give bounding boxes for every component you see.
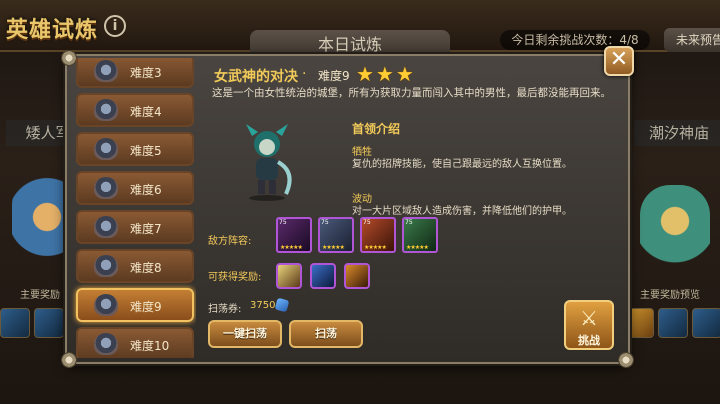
corner-ornament (618, 352, 634, 368)
difficulty-emblem-icon (94, 138, 118, 160)
dagger-icon[interactable] (310, 263, 336, 289)
left-reward-strip (0, 308, 64, 340)
difficulty-label: 难度6 (130, 183, 162, 197)
rewards-label: 可获得奖励: (208, 272, 262, 283)
stage-separator: · (302, 66, 307, 82)
challenge-label: 挑战 (578, 334, 600, 347)
game-screen: 英雄试炼 i 本日试炼 今日剩余挑战次数：4/8 未来预告 矮人军 潮汐神庙 主… (0, 0, 720, 404)
difficulty-emblem-icon (94, 255, 118, 277)
boss-heading: 首领介绍 (352, 122, 401, 136)
enemy-lineup: 75 ★★★★★ 75 ★★★★★ 75 ★★★★★ 75 ★★★★★ (276, 217, 438, 253)
stage-difficulty: 难度9 (318, 69, 350, 83)
difficulty-label: 难度5 (130, 144, 162, 158)
sweep-ticket-count: 3750 (250, 300, 276, 311)
right-reward-strip (624, 308, 720, 340)
sweep-all-button[interactable]: 一键扫荡 (208, 320, 282, 348)
difficulty-emblem-icon (94, 294, 118, 316)
skill-name: 波动 (352, 194, 372, 205)
difficulty-item[interactable]: 难度3 (76, 58, 194, 88)
hero-stars: ★★★★★ (406, 244, 429, 251)
difficulty-item[interactable]: 难度4 (76, 93, 194, 127)
close-button[interactable]: ✕ (604, 46, 634, 76)
skill-description: 复仇的招牌技能，使自己跟最远的敌人互换位置。 (352, 159, 572, 170)
difficulty-emblem-icon (94, 216, 118, 238)
difficulty-emblem-icon (94, 177, 118, 199)
crossed-swords-icon: ⚔ (580, 306, 598, 330)
difficulty-emblem-icon (94, 333, 118, 355)
difficulty-emblem-icon (94, 99, 118, 121)
page-title: 英雄试炼 (6, 18, 99, 43)
hero-level: 75 (321, 219, 329, 226)
sweep-button[interactable]: 扫荡 (289, 320, 363, 348)
boss-portrait (246, 124, 292, 201)
difficulty-item[interactable]: 难度7 (76, 210, 194, 244)
skill-name: 牺牲 (352, 147, 372, 158)
hero-stars: ★★★★★ (280, 244, 303, 251)
enemy-hero-portrait[interactable]: 75 ★★★★★ (276, 217, 312, 253)
difficulty-list[interactable]: 难度3 难度4 难度5 难度6 难度7 难度8 难度9 难度10 (70, 58, 196, 358)
left-reward-label: 主要奖励 (20, 290, 60, 301)
difficulty-item[interactable]: 难度6 (76, 171, 194, 205)
difficulty-label: 难度10 (130, 339, 170, 353)
challenge-button[interactable]: ⚔ 挑战 (564, 300, 614, 350)
info-icon[interactable]: i (104, 15, 126, 37)
enemy-lineup-label: 敌方阵容: (208, 236, 252, 247)
top-bar: 英雄试炼 i 本日试炼 今日剩余挑战次数：4/8 未来预告 (0, 0, 720, 60)
sweep-ticket-label: 扫荡券: (208, 304, 242, 315)
right-stage-label: 潮汐神庙 (634, 120, 720, 146)
enemy-hero-portrait[interactable]: 75 ★★★★★ (402, 217, 438, 253)
hero-level: 75 (405, 219, 413, 226)
difficulty-label: 难度3 (130, 66, 162, 80)
staff-icon[interactable] (344, 263, 370, 289)
right-reward-label: 主要奖励预览 (640, 290, 700, 301)
stage-description: 这是一个由女性统治的城堡，所有为获取力量而闯入其中的男性，最后都没能再回来。 (212, 87, 611, 99)
rewards-row (276, 263, 370, 289)
difficulty-label: 难度7 (130, 222, 162, 236)
hero-level: 75 (279, 219, 287, 226)
reward-item-icon (0, 308, 30, 338)
difficulty-item-selected[interactable]: 难度9 (76, 288, 194, 322)
right-stage-hero-art (640, 185, 710, 305)
enemy-hero-portrait[interactable]: 75 ★★★★★ (318, 217, 354, 253)
enemy-hero-portrait[interactable]: 75 ★★★★★ (360, 217, 396, 253)
difficulty-label: 难度4 (130, 105, 162, 119)
difficulty-item[interactable]: 难度5 (76, 132, 194, 166)
scroll-icon[interactable] (276, 263, 302, 289)
star-rating: ★★★ (356, 62, 416, 86)
difficulty-label: 难度9 (130, 300, 162, 314)
hero-level: 75 (363, 219, 371, 226)
hero-stars: ★★★★★ (364, 244, 387, 251)
future-preview-button[interactable]: 未来预告 (664, 28, 720, 52)
reward-item-icon (34, 308, 64, 338)
stage-name: 女武神的对决 (214, 69, 298, 85)
boss-intro: 首领介绍 牺牲 复仇的招牌技能，使自己跟最远的敌人互换位置。 波动 对一大片区域… (352, 120, 612, 219)
difficulty-label: 难度8 (130, 261, 162, 275)
reward-item-icon (658, 308, 688, 338)
hero-stars: ★★★★★ (322, 244, 345, 251)
difficulty-item[interactable]: 难度8 (76, 249, 194, 283)
difficulty-emblem-icon (94, 60, 118, 82)
reward-item-icon (692, 308, 720, 338)
difficulty-item[interactable]: 难度10 (76, 327, 194, 358)
